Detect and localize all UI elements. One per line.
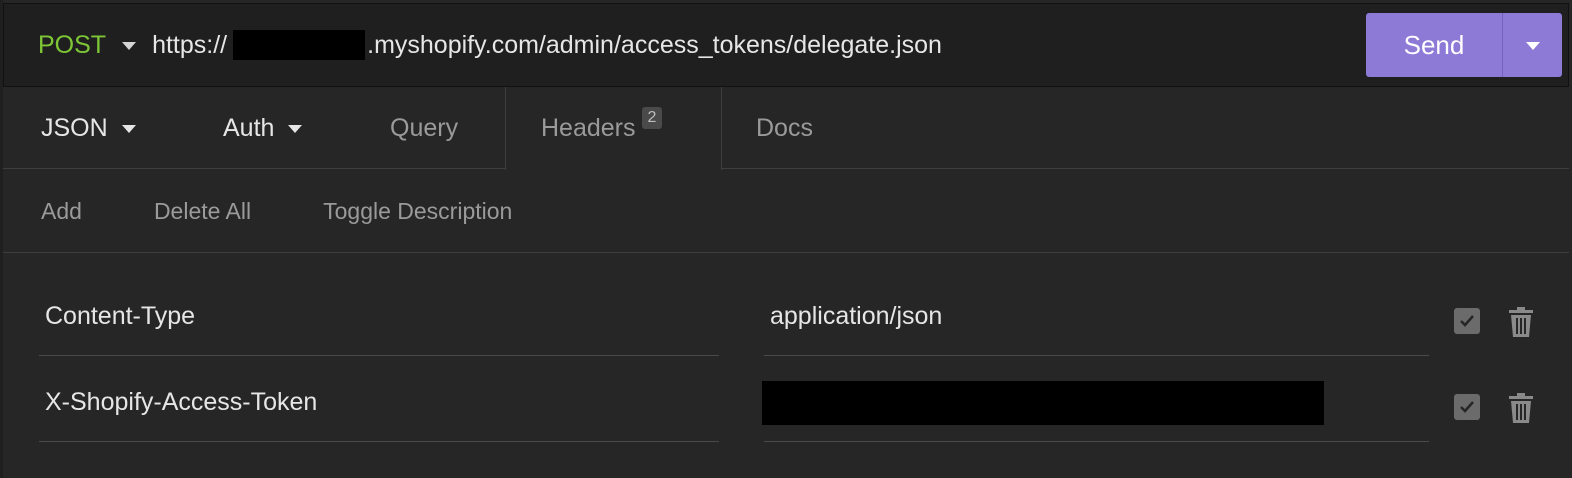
chevron-down-icon	[1525, 42, 1540, 50]
header-name-input[interactable]: X-Shopify-Access-Token	[39, 364, 719, 442]
trash-icon[interactable]	[1507, 392, 1535, 424]
headers-actions: Add Delete All Toggle Description	[3, 170, 1569, 253]
chevron-down-icon	[288, 125, 303, 133]
method-label: POST	[38, 30, 107, 59]
toggle-description-button[interactable]: Toggle Description	[323, 198, 512, 225]
header-row: Content-Type application/json	[0, 270, 1572, 356]
url-prefix: https://	[152, 30, 228, 59]
header-value-input[interactable]: application/json	[764, 278, 1429, 356]
tab-docs-label: Docs	[756, 113, 813, 142]
header-enabled-checkbox[interactable]	[1454, 308, 1480, 334]
url-bar: POST https:// .myshopify.com/admin/acces…	[3, 3, 1569, 87]
send-options-button[interactable]	[1503, 13, 1562, 77]
header-value-input[interactable]	[762, 364, 1429, 442]
url-suffix: .myshopify.com/admin/access_tokens/deleg…	[367, 30, 942, 59]
tab-query-label: Query	[390, 113, 459, 142]
checkbox-check-icon	[1460, 315, 1474, 327]
tab-headers[interactable]: Headers 2	[505, 87, 722, 170]
tab-docs[interactable]: Docs	[756, 87, 813, 169]
request-editor: POST https:// .myshopify.com/admin/acces…	[0, 0, 1572, 478]
redacted-access-token	[762, 380, 1324, 425]
checkbox-check-icon	[1460, 401, 1474, 413]
tab-auth[interactable]: Auth	[223, 87, 303, 169]
url-input[interactable]: https:// .myshopify.com/admin/access_tok…	[152, 30, 942, 60]
redacted-shop-name	[233, 30, 366, 60]
header-row: X-Shopify-Access-Token	[0, 356, 1572, 442]
trash-icon[interactable]	[1507, 306, 1535, 338]
tab-body-type[interactable]: JSON	[41, 87, 136, 169]
header-name-input[interactable]: Content-Type	[39, 278, 719, 356]
request-tabs: JSON Auth Query Headers 2 Docs	[3, 87, 1569, 170]
headers-count-badge: 2	[641, 106, 663, 129]
send-button-group: Send	[1366, 13, 1562, 77]
tab-body-type-label: JSON	[41, 113, 108, 142]
tab-headers-label: Headers	[541, 114, 636, 142]
tab-query[interactable]: Query	[390, 87, 458, 169]
tab-auth-label: Auth	[223, 113, 275, 142]
method-dropdown[interactable]: POST	[38, 30, 137, 60]
header-enabled-checkbox[interactable]	[1454, 394, 1480, 420]
add-header-button[interactable]: Add	[41, 198, 82, 225]
chevron-down-icon	[122, 42, 137, 50]
delete-all-button[interactable]: Delete All	[154, 198, 251, 225]
chevron-down-icon	[121, 125, 136, 133]
send-button[interactable]: Send	[1366, 13, 1502, 77]
